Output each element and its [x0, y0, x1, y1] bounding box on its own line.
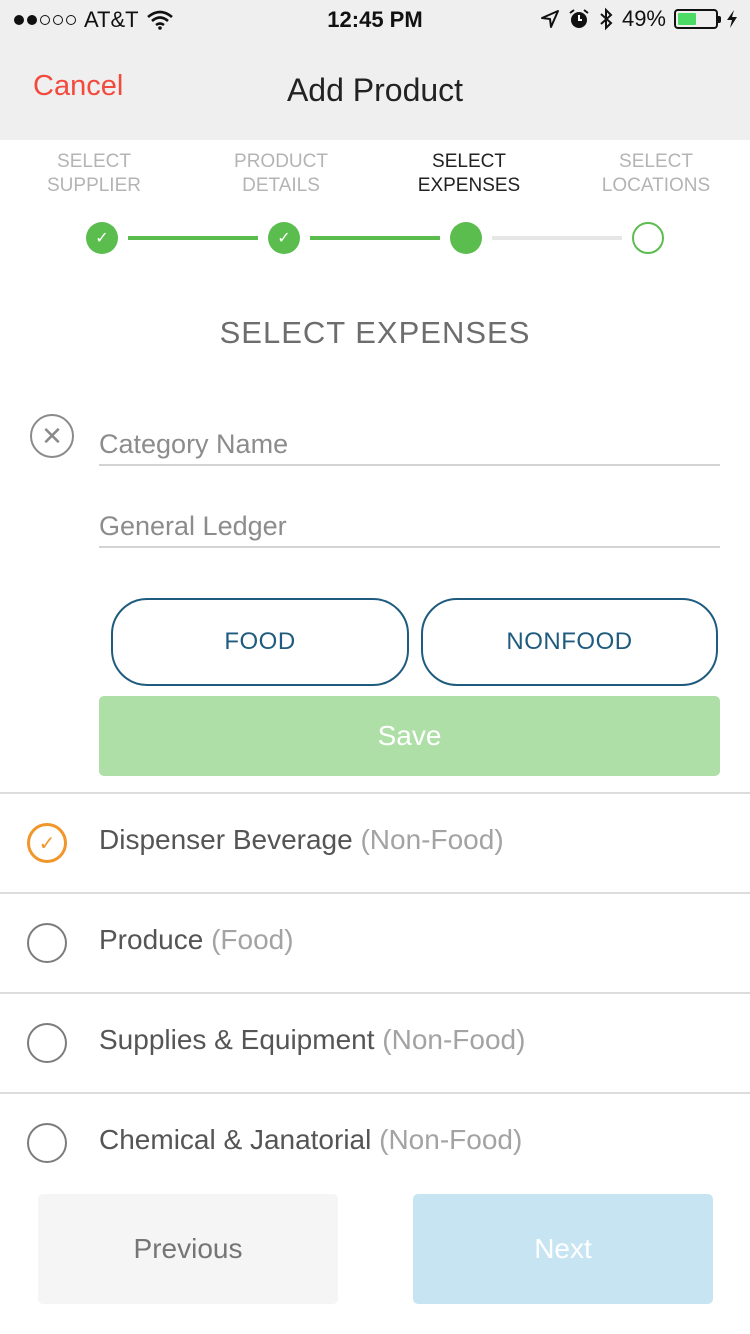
status-bar: AT&T 12:45 PM 49% — [0, 0, 750, 40]
expense-type: (Non-Food) — [382, 1024, 526, 1055]
expense-type: (Food) — [211, 924, 294, 955]
expense-name: Supplies & Equipment — [99, 1024, 375, 1055]
food-button[interactable]: FOOD — [111, 598, 409, 686]
section-title: SELECT EXPENSES — [219, 315, 531, 350]
close-icon[interactable]: ✕ — [30, 414, 74, 458]
expense-type: (Non-Food) — [360, 824, 504, 855]
expense-name: Chemical & Janatorial — [99, 1124, 372, 1155]
expense-item-chemical-janatorial[interactable]: Chemical & Janatorial (Non-Food) — [0, 1094, 750, 1192]
step-3-current-indicator — [450, 222, 482, 254]
step-2-check-icon: ✓ — [268, 222, 300, 254]
battery-percent: 49% — [621, 6, 666, 31]
radio-unchecked-icon — [27, 923, 67, 963]
page-title: Add Product — [286, 72, 464, 108]
step-label-select-expenses: SELECT EXPENSES — [417, 151, 521, 196]
expense-item-produce[interactable]: Produce (Food) — [0, 894, 750, 992]
location-arrow-icon — [540, 10, 559, 28]
nonfood-button[interactable]: NONFOOD — [421, 598, 718, 686]
checkmark-radio-icon: ✓ — [27, 823, 67, 863]
nav-bar: Cancel Add Product — [0, 40, 750, 140]
bluetooth-icon — [600, 7, 613, 31]
radio-unchecked-icon — [27, 1123, 67, 1163]
expense-item-dispenser-beverage[interactable]: ✓ Dispenser Beverage (Non-Food) — [0, 794, 750, 892]
step-connector — [492, 236, 622, 240]
step-1-check-icon: ✓ — [86, 222, 118, 254]
battery-fill — [678, 13, 696, 25]
battery-icon — [674, 9, 721, 29]
expense-name: Produce — [99, 924, 204, 955]
general-ledger-input[interactable] — [99, 506, 720, 548]
save-button[interactable]: Save — [99, 696, 720, 776]
alarm-icon — [569, 9, 589, 28]
expense-name: Dispenser Beverage — [99, 824, 353, 855]
step-connector — [128, 236, 258, 240]
expense-item-supplies-equipment[interactable]: Supplies & Equipment (Non-Food) — [0, 994, 750, 1092]
step-label-product-details: PRODUCT DETAILS — [234, 151, 328, 196]
category-name-input[interactable] — [99, 424, 720, 466]
expense-type: (Non-Food) — [379, 1124, 523, 1155]
radio-unchecked-icon — [27, 1023, 67, 1063]
next-button[interactable]: Next — [413, 1194, 713, 1304]
previous-button[interactable]: Previous — [38, 1194, 338, 1304]
charging-bolt-icon — [727, 10, 737, 28]
step-label-select-supplier: SELECT SUPPLIER — [47, 151, 141, 196]
step-connector — [310, 236, 440, 240]
step-label-select-locations: SELECT LOCATIONS — [601, 151, 711, 196]
step-4-pending-indicator — [632, 222, 664, 254]
